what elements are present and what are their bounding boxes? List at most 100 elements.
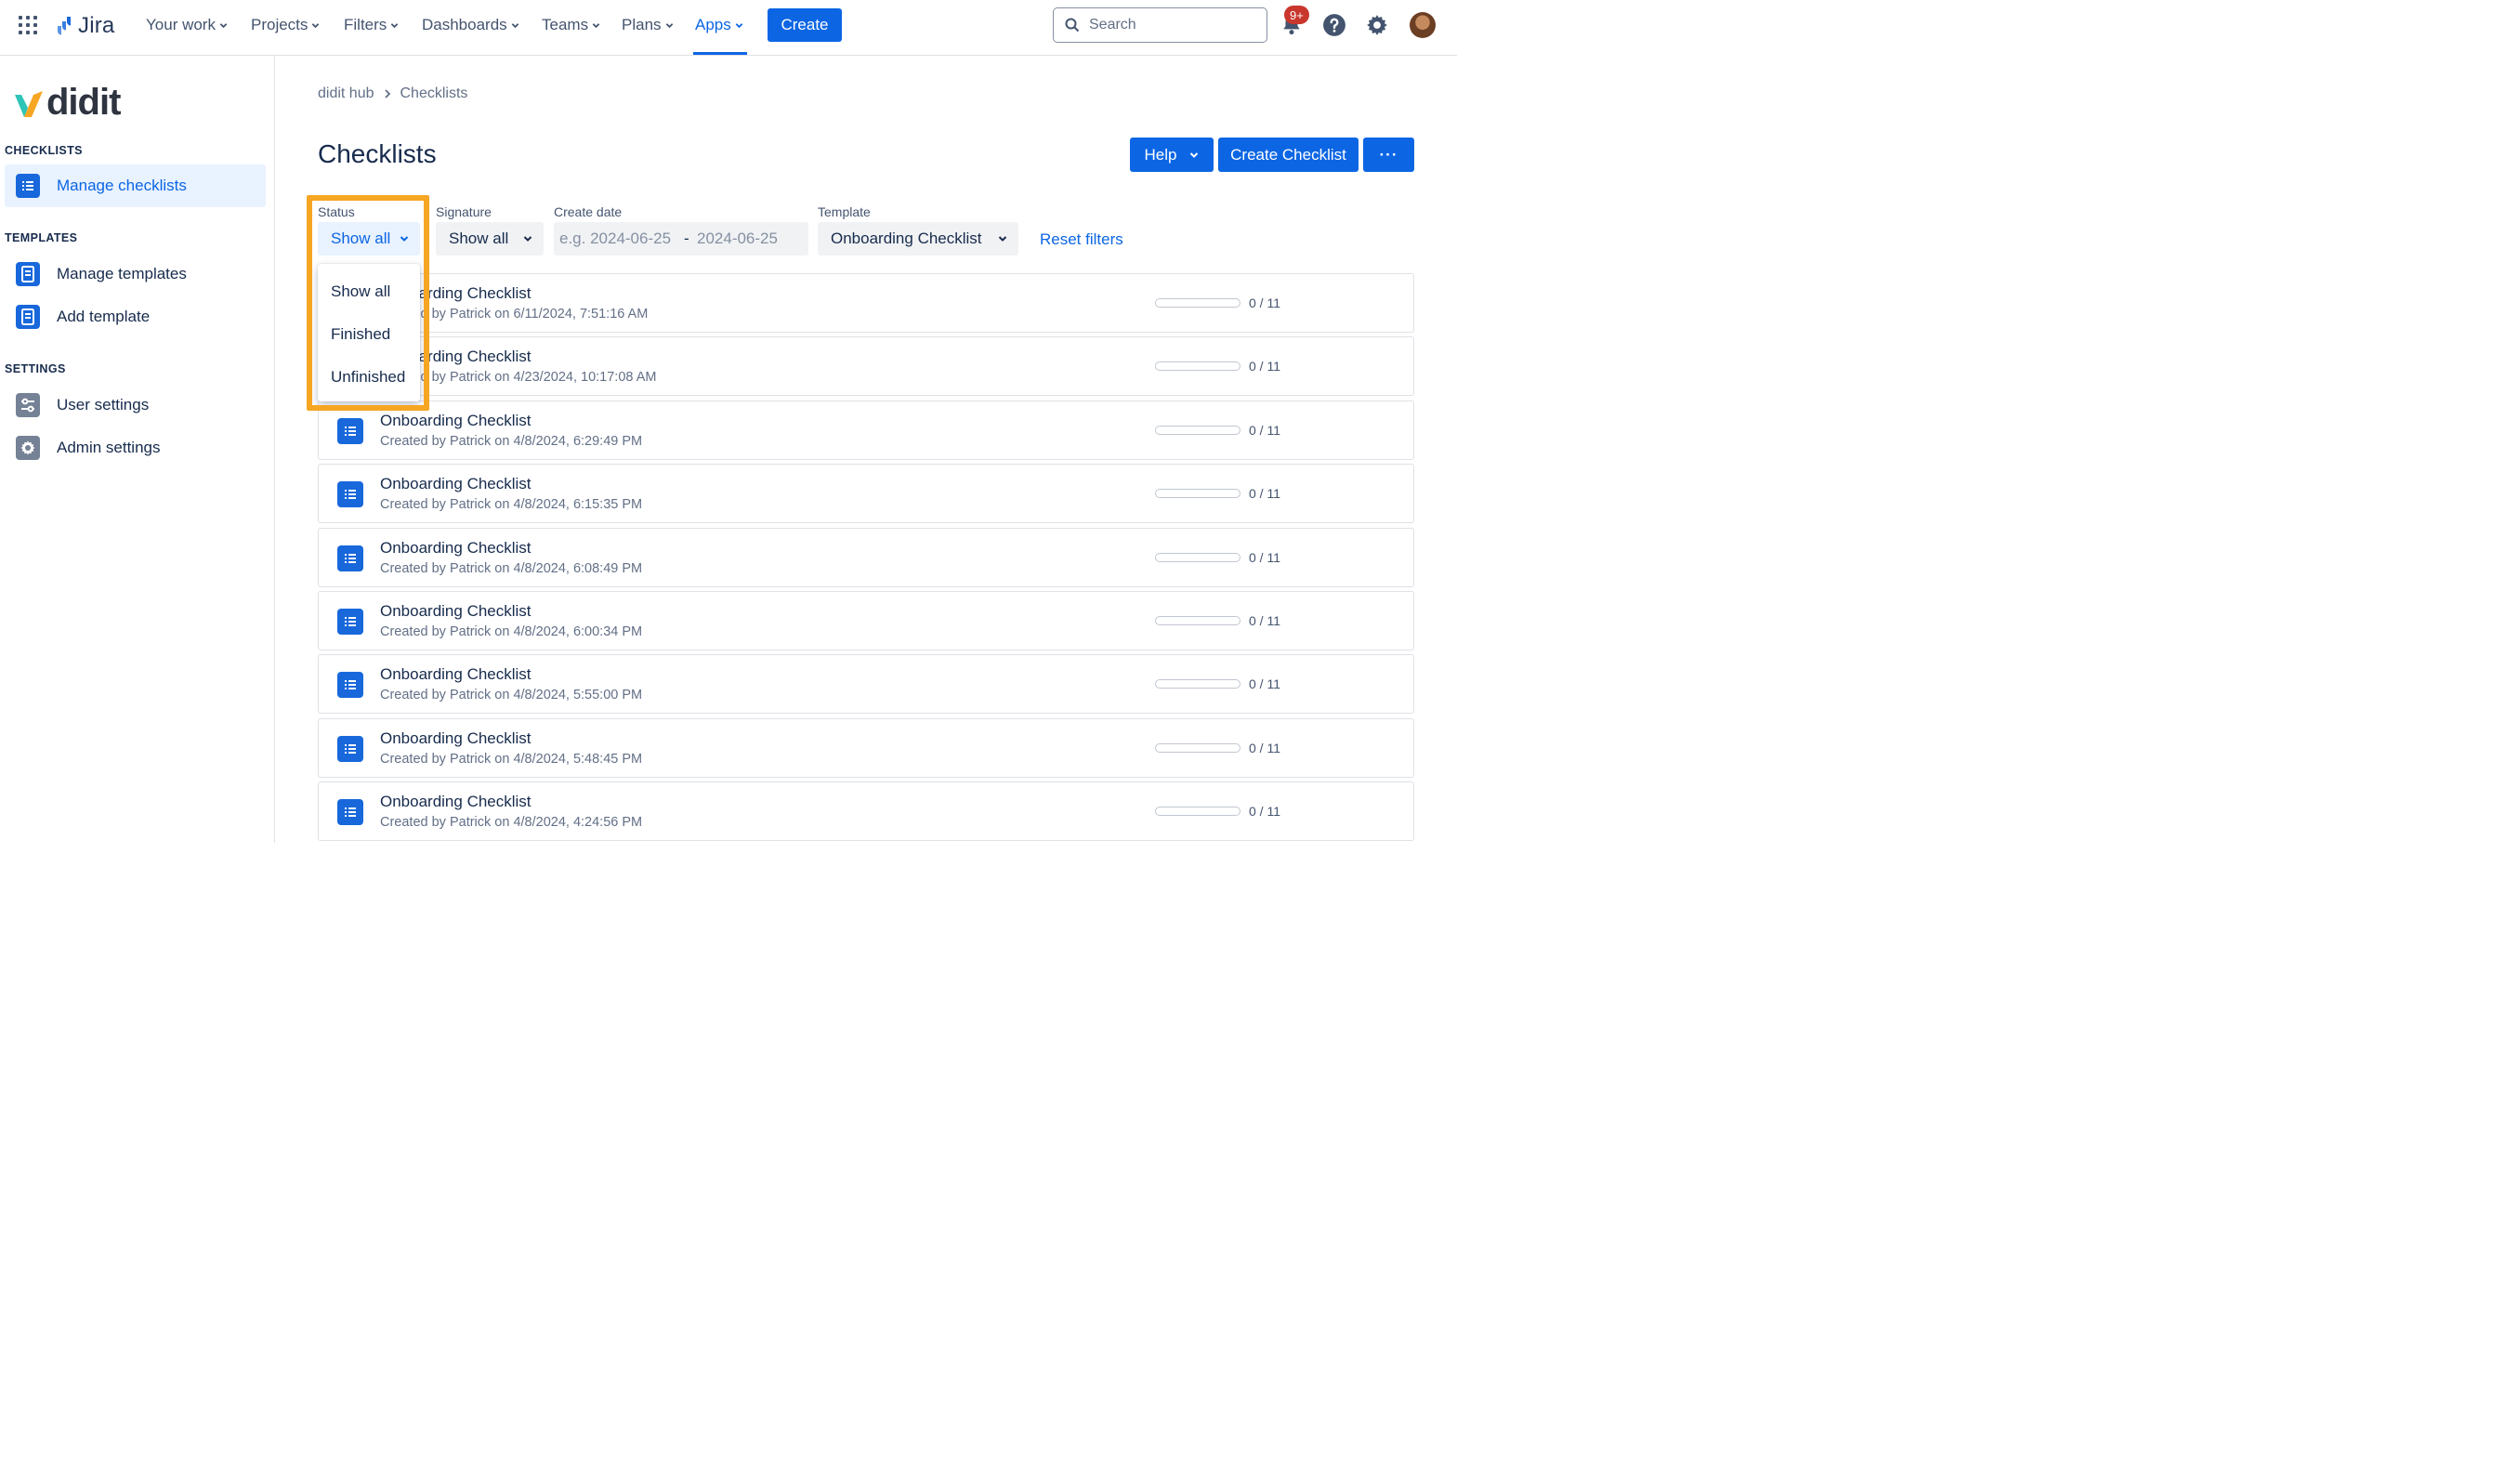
checklist-progress-bar — [1155, 616, 1240, 625]
nav-your-work[interactable]: Your work — [146, 16, 228, 34]
checklist-row[interactable]: Onboarding Checklist Created by Patrick o… — [318, 336, 1414, 397]
checklist-row[interactable]: Onboarding Checklist Created by Patrick o… — [318, 527, 1414, 587]
nav-teams[interactable]: Teams — [542, 16, 600, 34]
list-icon — [16, 174, 40, 198]
signature-filter-label: Signature — [436, 204, 492, 219]
create-checklist-button[interactable]: Create Checklist — [1218, 138, 1358, 172]
nav-label: Filters — [344, 16, 387, 33]
status-option-show-all[interactable]: Show all — [331, 282, 390, 301]
create-button[interactable]: Create — [768, 8, 842, 42]
checklist-title[interactable]: Onboarding Checklist — [380, 539, 532, 558]
signature-filter-select[interactable]: Show all — [436, 222, 544, 256]
checklist-progress-count: 0 / 11 — [1249, 676, 1280, 692]
checklist-title[interactable]: Onboarding Checklist — [380, 412, 532, 430]
checklist-row[interactable]: Onboarding Checklist Created by Patrick o… — [318, 591, 1414, 650]
checklist-progress-count: 0 / 11 — [1249, 486, 1280, 502]
checklist-list-icon — [337, 799, 363, 826]
checklist-row[interactable]: Onboarding Checklist Created by Patrick o… — [318, 400, 1414, 460]
gear-icon — [16, 436, 40, 460]
create-date-filter-label: Create date — [554, 204, 623, 219]
nav-label: Plans — [622, 16, 662, 33]
create-date-range-input[interactable]: e.g. 2024-06-25 - 2024-06-25 — [554, 222, 808, 256]
user-avatar[interactable] — [1410, 12, 1436, 38]
checklist-list-icon — [337, 672, 363, 699]
checklist-row[interactable]: Onboarding Checklist Created by Patrick o… — [318, 654, 1414, 715]
nav-apps[interactable]: Apps — [695, 16, 743, 34]
sidebar-item-admin-settings[interactable]: Admin settings — [5, 427, 266, 469]
chevron-down-icon — [998, 236, 1007, 242]
checklist-created-info: Created by Patrick on 4/23/2024, 10:17:0… — [380, 370, 657, 386]
checklist-row[interactable]: Onboarding Checklist Created by Patrick o… — [318, 717, 1414, 778]
checklist-progress-bar — [1155, 298, 1240, 308]
breadcrumb: didit hub Checklists — [318, 85, 467, 102]
breadcrumb-didit-hub[interactable]: didit hub — [318, 85, 374, 102]
nav-dashboards[interactable]: Dashboards — [422, 16, 519, 34]
section-settings-title: SETTINGS — [5, 362, 66, 375]
more-actions-button[interactable]: ··· — [1363, 138, 1414, 172]
date-from-input[interactable]: e.g. 2024-06-25 — [559, 230, 684, 248]
reset-filters-link[interactable]: Reset filters — [1040, 230, 1123, 249]
status-option-unfinished[interactable]: Unfinished — [331, 368, 405, 387]
sidebar-item-manage-checklists[interactable]: Manage checklists — [5, 164, 266, 207]
didit-logo: didit — [13, 82, 121, 124]
checklist-progress-bar — [1155, 742, 1240, 753]
nav-projects[interactable]: Projects — [251, 16, 320, 34]
jira-mark-icon — [52, 17, 71, 35]
sidebar-item-label: Manage templates — [57, 265, 187, 282]
checklist-progress-count: 0 / 11 — [1249, 295, 1280, 310]
breadcrumb-checklists[interactable]: Checklists — [400, 85, 468, 102]
checklist-created-info: Created by Patrick on 4/8/2024, 6:15:35 … — [380, 497, 643, 513]
checklist-row[interactable]: Onboarding Checklist Created by Patrick o… — [318, 464, 1414, 524]
search-icon — [1065, 18, 1080, 33]
jira-logo[interactable]: Jira — [50, 13, 114, 39]
checklist-progress-bar — [1155, 679, 1240, 689]
sliders-icon — [16, 393, 40, 417]
status-filter-label: Status — [318, 204, 355, 219]
checklist-progress-count: 0 / 11 — [1249, 359, 1280, 374]
didit-logo-mark-icon — [15, 90, 43, 117]
checklist-progress-count: 0 / 11 — [1249, 422, 1280, 438]
sidebar-item-label: Admin settings — [57, 439, 161, 456]
date-range-separator: - — [684, 230, 689, 247]
chevron-down-icon — [312, 22, 320, 28]
checklist-progress-count: 0 / 11 — [1249, 549, 1280, 565]
checklist-title[interactable]: Onboarding Checklist — [380, 729, 532, 748]
checklist-row[interactable]: Onboarding Checklist Created by Patrick o… — [318, 273, 1414, 333]
checklist-created-info: Created by Patrick on 6/11/2024, 7:51:16… — [380, 307, 649, 322]
checklist-created-info: Created by Patrick on 4/8/2024, 4:24:56 … — [380, 815, 643, 831]
sidebar-item-user-settings[interactable]: User settings — [5, 384, 266, 427]
nav-label: Your work — [146, 16, 216, 33]
sidebar-item-manage-templates[interactable]: Manage templates — [5, 253, 266, 295]
help-icon[interactable] — [1322, 13, 1346, 37]
chevron-down-icon — [592, 22, 600, 28]
chevron-down-icon — [1190, 151, 1199, 158]
help-button[interactable]: Help — [1130, 138, 1214, 172]
checklist-title[interactable]: Onboarding Checklist — [380, 602, 532, 621]
sidebar-item-add-template[interactable]: Add template — [5, 295, 266, 338]
sidebar-item-label: User settings — [57, 396, 150, 413]
template-icon — [16, 305, 40, 329]
nav-filters[interactable]: Filters — [344, 16, 399, 34]
checklist-list-icon — [337, 545, 363, 571]
checklist-title[interactable]: Onboarding Checklist — [380, 475, 532, 493]
status-option-finished[interactable]: Finished — [331, 325, 390, 344]
app-switcher-icon[interactable] — [19, 16, 37, 34]
chevron-down-icon — [665, 22, 673, 28]
search-placeholder: Search — [1089, 17, 1136, 33]
checklist-title[interactable]: Onboarding Checklist — [380, 793, 532, 811]
nav-label: Teams — [542, 16, 589, 33]
checklist-created-info: Created by Patrick on 4/8/2024, 5:55:00 … — [380, 688, 643, 703]
checklist-title[interactable]: Onboarding Checklist — [380, 665, 532, 684]
checklist-row[interactable]: Onboarding Checklist Created by Patrick o… — [318, 781, 1414, 842]
date-to-input[interactable]: 2024-06-25 — [697, 230, 778, 248]
search-input[interactable]: Search — [1053, 7, 1267, 43]
nav-plans[interactable]: Plans — [622, 16, 674, 34]
settings-gear-icon[interactable] — [1365, 13, 1389, 37]
template-filter-select[interactable]: Onboarding Checklist — [818, 222, 1018, 256]
top-navigation: Jira Your work Projects Filters Dashboar… — [0, 0, 1457, 56]
status-filter-select[interactable]: Show all — [318, 222, 420, 256]
didit-logo-text: didit — [46, 82, 121, 123]
checklist-list-icon — [337, 609, 363, 635]
chevron-down-icon — [400, 236, 409, 242]
checklist-created-info: Created by Patrick on 4/8/2024, 6:29:49 … — [380, 433, 643, 449]
